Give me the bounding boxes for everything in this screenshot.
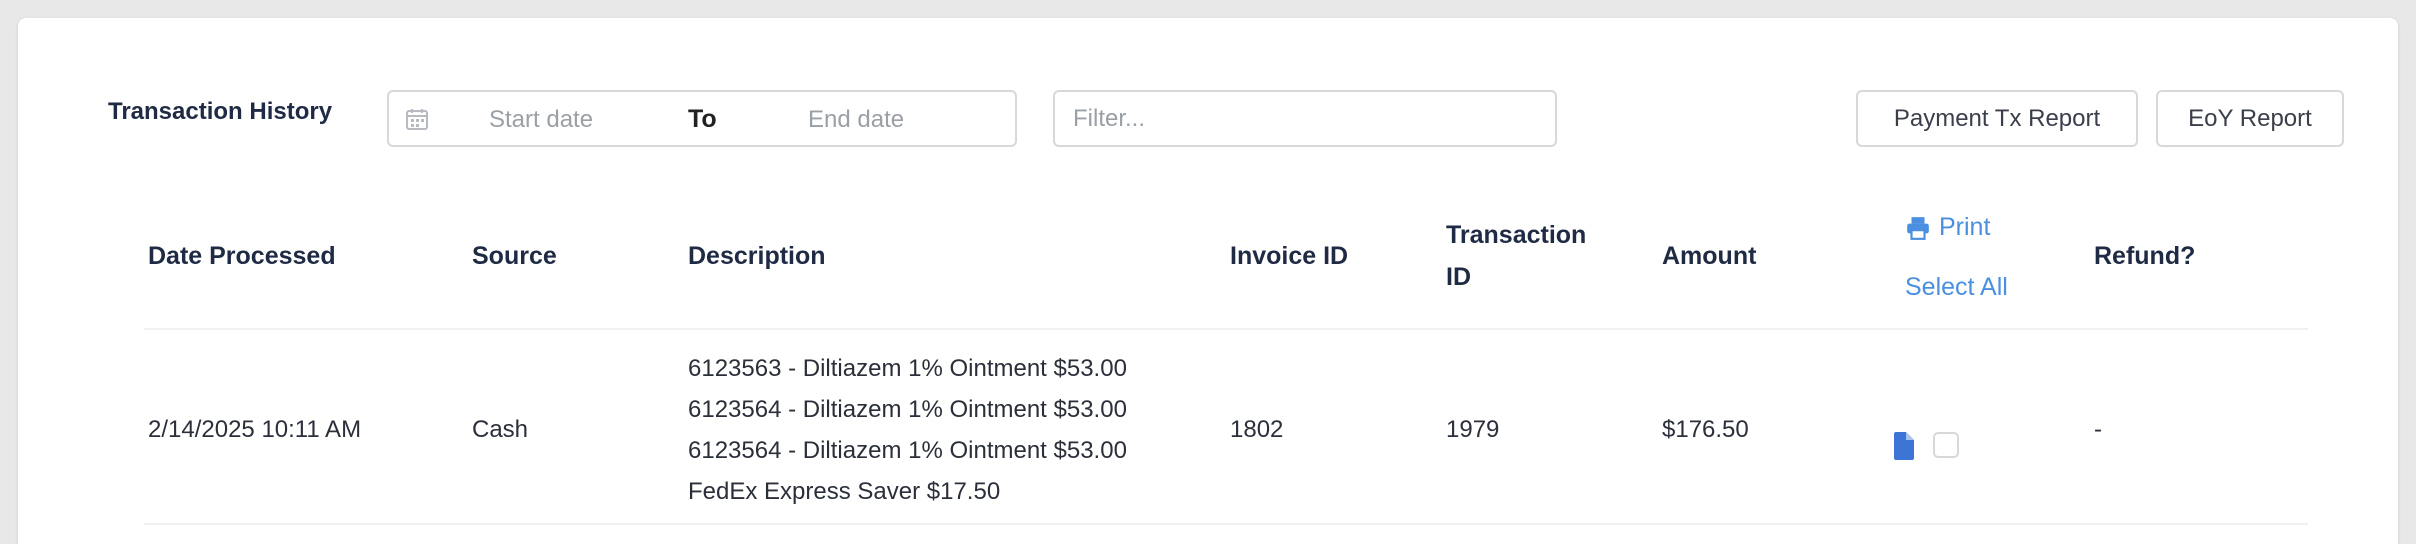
transaction-history-card: Transaction History Start date To End da… xyxy=(18,18,2398,544)
column-header-transaction-id: Transaction ID xyxy=(1446,214,1586,298)
end-date-input[interactable]: End date xyxy=(808,106,904,134)
description-line: 6123564 - Diltiazem 1% Ointment $53.00 xyxy=(688,396,1127,423)
column-header-description: Description xyxy=(688,242,826,270)
date-range-separator: To xyxy=(688,105,717,133)
select-all-link[interactable]: Select All xyxy=(1905,273,2008,302)
column-header-date-processed: Date Processed xyxy=(148,242,336,270)
column-header-transaction-id-line2: ID xyxy=(1446,263,1471,291)
calendar-icon xyxy=(406,109,428,130)
cell-source: Cash xyxy=(472,416,529,443)
row-select-checkbox[interactable] xyxy=(1933,432,1959,458)
column-header-source: Source xyxy=(472,242,557,270)
cell-refund: - xyxy=(2094,416,2102,443)
page-title: Transaction History xyxy=(108,98,333,125)
print-label: Print xyxy=(1939,213,1991,241)
cell-description: 6123563 - Diltiazem 1% Ointment $53.00 6… xyxy=(688,348,1127,512)
cell-invoice-id: 1802 xyxy=(1230,416,1284,443)
description-line: FedEx Express Saver $17.50 xyxy=(688,478,1001,505)
printer-icon xyxy=(1907,216,1929,240)
description-line: 6123563 - Diltiazem 1% Ointment $53.00 xyxy=(688,355,1127,382)
date-range-picker[interactable]: Start date To End date xyxy=(387,90,1017,147)
start-date-input[interactable]: Start date xyxy=(489,106,593,134)
column-header-invoice-id: Invoice ID xyxy=(1230,242,1349,270)
description-line: 6123564 - Diltiazem 1% Ointment $53.00 xyxy=(688,437,1127,464)
payment-tx-report-button[interactable]: Payment Tx Report xyxy=(1856,90,2138,147)
cell-date-processed: 2/14/2025 10:11 AM xyxy=(148,416,362,443)
document-icon[interactable] xyxy=(1894,432,1914,460)
column-header-amount: Amount xyxy=(1662,242,1757,270)
row-divider xyxy=(144,523,2308,525)
column-header-transaction-id-line1: Transaction xyxy=(1446,221,1587,249)
cell-amount: $176.50 xyxy=(1662,416,1749,443)
eoy-report-button[interactable]: EoY Report xyxy=(2156,90,2344,147)
column-header-refund: Refund? xyxy=(2094,242,2196,270)
print-link[interactable]: Print xyxy=(1905,213,1990,242)
filter-input[interactable]: Filter... xyxy=(1053,90,1557,147)
header-divider xyxy=(144,328,2308,330)
cell-transaction-id: 1979 xyxy=(1446,416,1500,443)
